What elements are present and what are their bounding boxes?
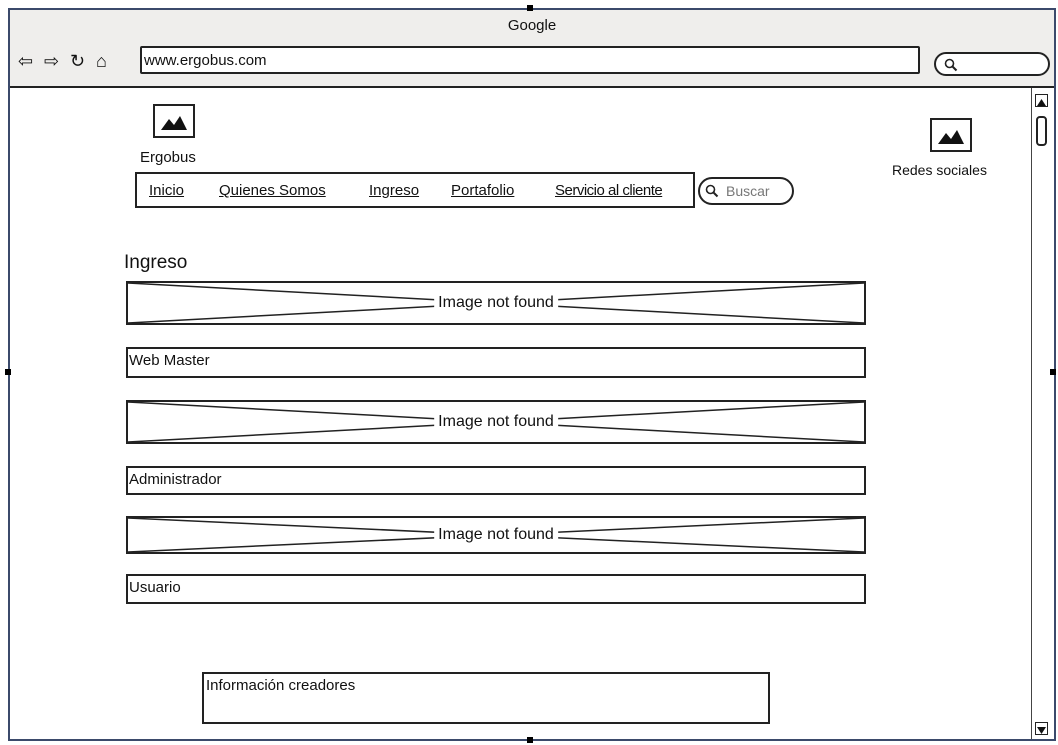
social-image-icon[interactable] xyxy=(930,118,972,152)
role-field-web-master[interactable]: Web Master xyxy=(126,347,866,378)
image-placeholder-text: Image not found xyxy=(434,294,558,312)
logo-label: Ergobus xyxy=(140,149,196,166)
search-placeholder: Buscar xyxy=(726,183,770,199)
creators-info-box: Información creadores xyxy=(202,672,770,724)
site-search-input[interactable]: Buscar xyxy=(698,177,794,205)
main-nav: Inicio Quienes Somos Ingreso Portafolio … xyxy=(135,172,695,208)
home-icon[interactable]: ⌂ xyxy=(96,52,107,70)
browser-title: Google xyxy=(507,17,557,34)
browser-toolbar: ⇦ ⇨ ↻ ⌂ www.ergobus.com xyxy=(10,42,1054,88)
nav-item-portafolio[interactable]: Portafolio xyxy=(451,182,514,199)
scrollbar-thumb[interactable] xyxy=(1036,116,1047,146)
image-placeholder-text: Image not found xyxy=(434,413,558,431)
image-placeholder: Image not found xyxy=(126,400,866,444)
back-arrow-icon[interactable]: ⇦ xyxy=(18,52,33,70)
page-content: Ergobus Redes sociales Inicio Quienes So… xyxy=(10,88,1032,739)
nav-item-inicio[interactable]: Inicio xyxy=(149,182,184,199)
browser-search-field[interactable] xyxy=(934,52,1050,76)
role-field-administrador[interactable]: Administrador xyxy=(126,466,866,495)
vertical-scrollbar[interactable] xyxy=(1031,88,1054,739)
nav-item-servicio-cliente[interactable]: Servicio al cliente xyxy=(555,182,663,199)
forward-arrow-icon[interactable]: ⇨ xyxy=(44,52,59,70)
logo-image-icon xyxy=(153,104,195,138)
browser-window: Google ⇦ ⇨ ↻ ⌂ www.ergobus.com Ergobus R… xyxy=(8,8,1056,741)
image-placeholder-text: Image not found xyxy=(434,526,558,544)
search-icon xyxy=(705,184,719,198)
nav-item-quienes-somos[interactable]: Quienes Somos xyxy=(219,182,326,199)
nav-item-ingreso[interactable]: Ingreso xyxy=(369,182,419,199)
search-icon xyxy=(944,58,958,72)
refresh-icon[interactable]: ↻ xyxy=(70,52,85,70)
image-placeholder: Image not found xyxy=(126,281,866,325)
resize-handle xyxy=(1050,369,1056,375)
social-label: Redes sociales xyxy=(892,162,987,178)
address-bar[interactable]: www.ergobus.com xyxy=(140,46,920,74)
scroll-down-icon[interactable] xyxy=(1035,722,1048,735)
resize-handle xyxy=(527,737,533,743)
resize-handle xyxy=(5,369,11,375)
browser-title-bar: Google xyxy=(10,10,1054,43)
page-title: Ingreso xyxy=(124,252,188,273)
resize-handle xyxy=(527,5,533,11)
scroll-up-icon[interactable] xyxy=(1035,94,1048,107)
image-placeholder: Image not found xyxy=(126,516,866,554)
role-field-usuario[interactable]: Usuario xyxy=(126,574,866,604)
